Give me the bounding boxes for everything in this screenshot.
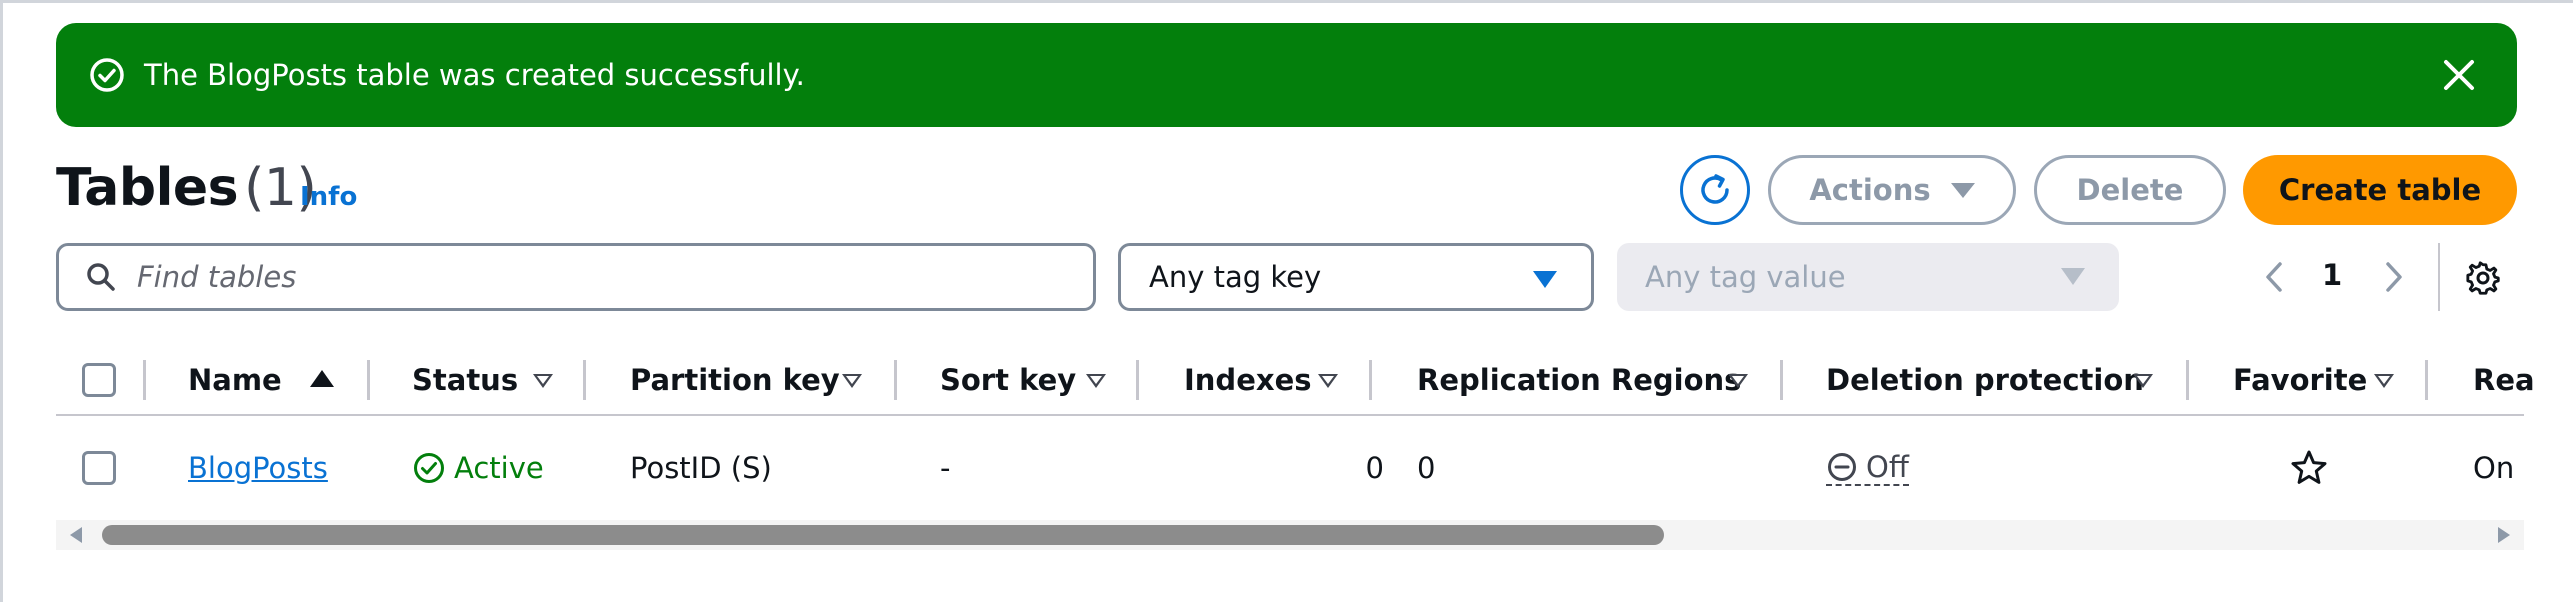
column-label: Status: [412, 363, 519, 397]
scroll-left-arrow-icon[interactable]: [70, 527, 82, 543]
column-divider: [1780, 360, 1783, 400]
column-divider: [367, 360, 370, 400]
minus-circle-icon: [1826, 451, 1858, 483]
delete-button[interactable]: Delete: [2034, 155, 2226, 225]
scrollbar-thumb[interactable]: [102, 525, 1664, 545]
tag-key-value: Any tag key: [1149, 260, 1322, 294]
column-label: Replication Regions: [1417, 363, 1742, 397]
sort-icon[interactable]: [533, 374, 553, 388]
select-all-checkbox[interactable]: [82, 363, 116, 397]
cell-status: Active: [412, 418, 544, 518]
close-icon[interactable]: [2441, 57, 2477, 93]
sort-icon[interactable]: [842, 374, 862, 388]
caret-down-icon: [2061, 268, 2085, 285]
column-header-deletion-protection[interactable]: Deletion protection: [1826, 344, 2144, 416]
cell-name: BlogPosts: [188, 418, 328, 518]
create-table-button[interactable]: Create table: [2243, 155, 2517, 225]
column-label: Favorite: [2233, 363, 2368, 397]
actions-label: Actions: [1809, 173, 1931, 207]
column-header-sort-key[interactable]: Sort key: [940, 344, 1076, 416]
cell-partition-key: PostID (S): [630, 418, 772, 518]
page-title: Tables (1): [56, 158, 317, 218]
check-circle-icon: [88, 56, 126, 94]
page-title-text: Tables: [56, 158, 239, 218]
scroll-right-arrow-icon[interactable]: [2498, 527, 2510, 543]
column-divider: [2186, 360, 2189, 400]
check-circle-icon: [412, 451, 446, 485]
column-header-read-capacity[interactable]: Rea: [2473, 344, 2535, 416]
sort-icon[interactable]: [1728, 374, 1748, 388]
actions-button[interactable]: Actions: [1768, 155, 2016, 225]
column-header-favorite[interactable]: Favorite: [2233, 344, 2367, 416]
success-flash-banner: The BlogPosts table was created successf…: [56, 23, 2517, 127]
sort-icon[interactable]: [1086, 374, 1106, 388]
column-header-status[interactable]: Status: [412, 344, 518, 416]
column-header-partition-key[interactable]: Partition key: [630, 344, 840, 416]
sort-icon[interactable]: [1318, 374, 1338, 388]
tag-value-value: Any tag value: [1645, 260, 1846, 294]
sort-icon[interactable]: [2374, 374, 2394, 388]
chevron-left-icon[interactable]: [2258, 256, 2288, 298]
deletion-protection-text: Off: [1866, 449, 1909, 484]
horizontal-scrollbar[interactable]: [56, 520, 2524, 550]
tag-value-select: Any tag value: [1617, 243, 2119, 311]
gear-icon[interactable]: [2465, 260, 2501, 296]
table-row: BlogPosts Active PostID (S) - 0 0 Off On: [56, 418, 2524, 518]
column-label: Rea: [2473, 363, 2535, 397]
read-capacity-value: On: [2473, 451, 2515, 485]
cell-replication-regions: 0: [1417, 418, 1435, 518]
chevron-right-icon[interactable]: [2380, 256, 2410, 298]
flash-message: The BlogPosts table was created successf…: [144, 58, 805, 92]
divider: [2438, 243, 2440, 311]
caret-down-icon: [1950, 182, 1975, 198]
cell-favorite: [2289, 418, 2329, 518]
star-outline-icon[interactable]: [2289, 448, 2329, 488]
column-label: Indexes: [1184, 363, 1312, 397]
info-link[interactable]: Info: [300, 182, 357, 212]
search-input[interactable]: [137, 260, 1093, 294]
search-icon: [85, 261, 117, 293]
column-header-replication-regions[interactable]: Replication Regions: [1417, 344, 1741, 416]
cell-sort-key: -: [940, 418, 950, 518]
window-top-border: [0, 0, 2573, 3]
column-label: Partition key: [630, 363, 840, 397]
row-select-cell: [82, 418, 116, 518]
column-divider: [2425, 360, 2428, 400]
column-label: Sort key: [940, 363, 1077, 397]
sort-icon[interactable]: [2133, 374, 2153, 388]
tag-key-select[interactable]: Any tag key: [1118, 243, 1594, 311]
search-field[interactable]: [56, 243, 1096, 311]
row-checkbox[interactable]: [82, 451, 116, 485]
page-number[interactable]: 1: [2322, 258, 2342, 292]
partition-key-value: PostID (S): [630, 451, 772, 485]
table-name-link[interactable]: BlogPosts: [188, 451, 328, 485]
deletion-protection-value[interactable]: Off: [1826, 450, 1909, 487]
replication-regions-value: 0: [1417, 451, 1436, 485]
column-header-name[interactable]: Name: [188, 344, 282, 416]
column-divider: [1136, 360, 1139, 400]
select-all-cell: [82, 344, 116, 416]
column-divider: [1369, 360, 1372, 400]
caret-down-icon: [1533, 271, 1557, 288]
column-label: Deletion protection: [1826, 363, 2144, 397]
cell-deletion-protection: Off: [1826, 418, 1909, 518]
cell-read-capacity: On: [2473, 418, 2514, 518]
window-left-border: [0, 0, 3, 602]
indexes-value: 0: [1365, 451, 1384, 485]
column-label: Name: [188, 363, 282, 397]
sort-ascending-icon[interactable]: [310, 370, 334, 387]
status-text: Active: [454, 451, 544, 485]
cell-indexes: 0: [1184, 418, 1384, 518]
column-divider: [143, 360, 146, 400]
refresh-icon: [1694, 169, 1736, 211]
column-divider: [894, 360, 897, 400]
column-divider: [583, 360, 586, 400]
column-header-indexes[interactable]: Indexes: [1184, 344, 1312, 416]
sort-key-value: -: [940, 451, 951, 485]
refresh-button[interactable]: [1680, 155, 1750, 225]
table-header: Name Status Partition key Sort key Index…: [56, 344, 2535, 416]
